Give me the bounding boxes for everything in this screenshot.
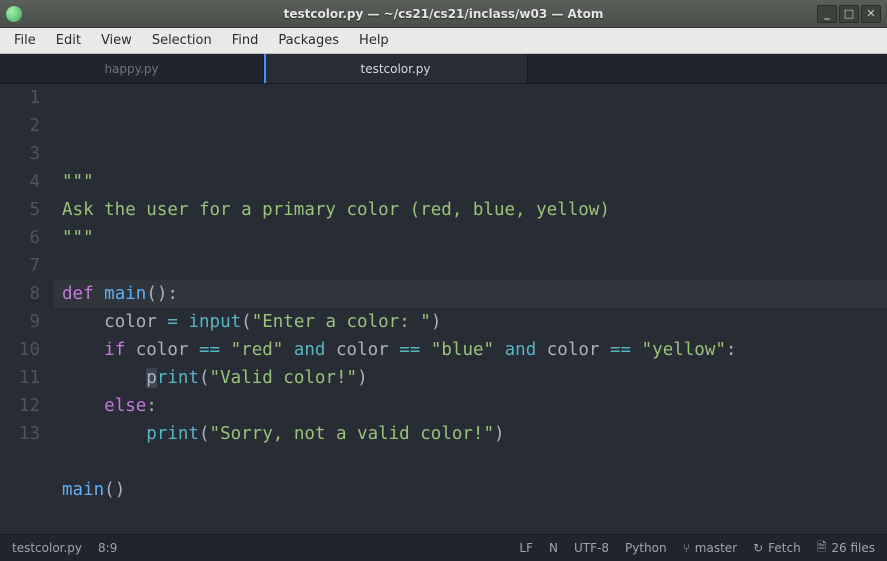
file-icon: 🗎 — [817, 538, 827, 559]
line-number: 2 — [0, 112, 40, 140]
status-fetch-label: Fetch — [768, 541, 801, 555]
status-grammar[interactable]: Python — [625, 541, 667, 555]
code-line[interactable]: print("Valid color!") — [62, 364, 887, 392]
code-line[interactable] — [62, 448, 887, 476]
menu-file[interactable]: File — [4, 30, 46, 51]
line-number: 6 — [0, 224, 40, 252]
line-number: 12 — [0, 392, 40, 420]
minimize-button[interactable]: _ — [817, 5, 837, 23]
status-git-branch[interactable]: ⑂ master — [683, 541, 738, 555]
maximize-button[interactable]: □ — [839, 5, 859, 23]
line-number: 5 — [0, 196, 40, 224]
tabbar: happy.py testcolor.py — [0, 54, 887, 84]
status-position[interactable]: 8:9 — [98, 541, 117, 555]
gutter: 12345678910111213 — [0, 84, 54, 534]
code-line[interactable]: if color == "red" and color == "blue" an… — [62, 336, 887, 364]
code-line[interactable]: """ — [62, 224, 887, 252]
window-title: testcolor.py — ~/cs21/cs21/inclass/w03 —… — [284, 7, 604, 21]
refresh-icon: ↻ — [753, 541, 763, 555]
close-button[interactable]: ✕ — [861, 5, 881, 23]
statusbar: testcolor.py 8:9 LF N UTF-8 Python ⑂ mas… — [0, 534, 887, 561]
status-git-fetch[interactable]: ↻ Fetch — [753, 541, 801, 555]
line-number: 10 — [0, 336, 40, 364]
tab-label: happy.py — [104, 62, 158, 76]
code-line[interactable] — [62, 504, 887, 532]
status-n[interactable]: N — [549, 541, 558, 555]
line-number: 7 — [0, 252, 40, 280]
line-number: 3 — [0, 140, 40, 168]
tab-label: testcolor.py — [360, 62, 430, 76]
status-encoding[interactable]: UTF-8 — [574, 541, 609, 555]
code-line[interactable]: def main(): — [62, 280, 887, 308]
code-area[interactable]: """Ask the user for a primary color (red… — [54, 84, 887, 534]
code-line[interactable]: main() — [62, 476, 887, 504]
code-line[interactable]: print("Sorry, not a valid color!") — [62, 420, 887, 448]
git-branch-icon: ⑂ — [683, 541, 690, 555]
status-line-ending[interactable]: LF — [519, 541, 533, 555]
line-number: 13 — [0, 420, 40, 448]
status-branch-label: master — [695, 541, 737, 555]
code-line[interactable]: else: — [62, 392, 887, 420]
status-files[interactable]: 🗎 26 files — [817, 538, 875, 559]
status-files-label: 26 files — [831, 541, 875, 555]
editor[interactable]: 12345678910111213 """Ask the user for a … — [0, 84, 887, 534]
line-number: 4 — [0, 168, 40, 196]
menu-packages[interactable]: Packages — [268, 30, 349, 51]
menu-view[interactable]: View — [91, 30, 142, 51]
menu-selection[interactable]: Selection — [142, 30, 222, 51]
line-number: 1 — [0, 84, 40, 112]
code-line[interactable]: color = input("Enter a color: ") — [62, 308, 887, 336]
menubar: File Edit View Selection Find Packages H… — [0, 28, 887, 54]
tab-testcolor[interactable]: testcolor.py — [264, 54, 528, 83]
code-line[interactable] — [62, 252, 887, 280]
code-line[interactable]: Ask the user for a primary color (red, b… — [62, 196, 887, 224]
app-icon — [6, 6, 22, 22]
menu-find[interactable]: Find — [222, 30, 269, 51]
code-line[interactable]: """ — [62, 168, 887, 196]
line-number: 9 — [0, 308, 40, 336]
menu-help[interactable]: Help — [349, 30, 399, 51]
status-file[interactable]: testcolor.py — [12, 541, 82, 555]
window-controls: _ □ ✕ — [817, 5, 881, 23]
tab-happy[interactable]: happy.py — [0, 54, 264, 83]
line-number: 11 — [0, 364, 40, 392]
window-titlebar: testcolor.py — ~/cs21/cs21/inclass/w03 —… — [0, 0, 887, 28]
menu-edit[interactable]: Edit — [46, 30, 91, 51]
line-number: 8 — [0, 280, 40, 308]
